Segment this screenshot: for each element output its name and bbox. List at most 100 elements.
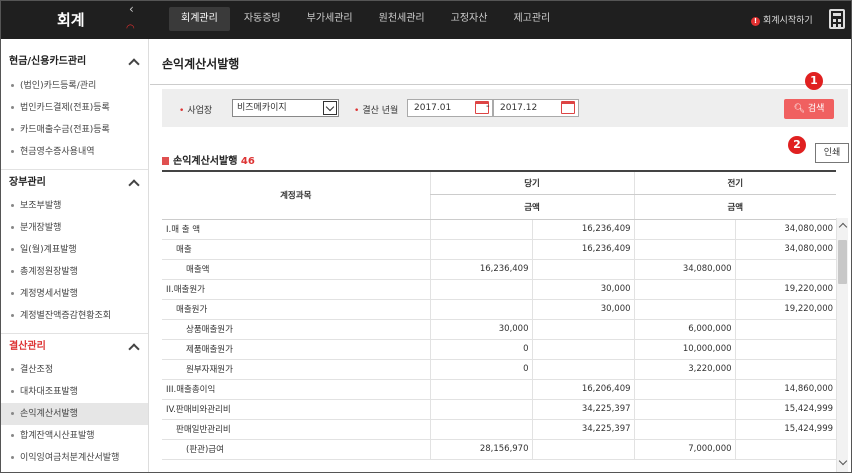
table-row[interactable]: 원부자재원가 0 3,220,000 <box>162 359 837 380</box>
account-cell: 매출원가 <box>162 299 430 320</box>
chevron-down-icon[interactable] <box>323 101 337 115</box>
current-total-cell: 34,225,397 <box>531 419 635 440</box>
account-cell: III.매출총이익 <box>162 379 430 400</box>
current-total-cell: 16,236,409 <box>531 219 635 240</box>
sidebar-item[interactable]: 카드매출수금(전표)등록 <box>1 119 148 141</box>
table-body: I.매 출 액 16,236,409 34,080,000 매출 16,236,409 3… <box>162 219 837 460</box>
section-marker-icon <box>162 157 169 165</box>
table-row[interactable]: 판매일반관리비 34,225,397 15,424,999 <box>162 419 837 440</box>
prior-detail-cell: 6,000,000 <box>633 319 736 340</box>
tab-0[interactable]: 회계관리 <box>169 7 230 31</box>
current-detail-cell <box>429 379 532 400</box>
table-row[interactable]: II.매출원가 30,000 19,220,000 <box>162 279 837 300</box>
result-count: 46 <box>240 156 255 167</box>
sidebar-item[interactable]: 대차대조표발행 <box>1 381 148 403</box>
sidebar-item[interactable]: 법인카드결제(전표)등록 <box>1 97 148 119</box>
sidebar-section-title: 결산관리 <box>9 341 46 352</box>
step-badge-2: 2 <box>788 136 806 154</box>
calculator-icon[interactable] <box>829 9 845 29</box>
sidebar-item[interactable]: 총계정원장발행 <box>1 261 148 283</box>
current-total-cell: 16,206,409 <box>531 379 635 400</box>
sidebar-item[interactable]: 보조부발행 <box>1 195 148 217</box>
period-to-value: 2017.12 <box>500 103 538 113</box>
business-select[interactable]: 비즈메카이지 <box>232 99 339 117</box>
table-row[interactable]: 상품매출원가 30,000 6,000,000 <box>162 319 837 340</box>
tab-4[interactable]: 고정자산 <box>439 7 500 31</box>
table-row[interactable]: (판관)급여 28,156,970 7,000,000 <box>162 439 837 460</box>
prior-detail-cell <box>633 279 736 300</box>
column-header-prior-amount: 금액 <box>633 194 837 220</box>
account-cell: 상품매출원가 <box>162 319 430 340</box>
current-detail-cell: 16,236,409 <box>429 259 532 280</box>
sidebar-item[interactable]: 일(월)계표발행 <box>1 239 148 261</box>
tab-1[interactable]: 자동증빙 <box>232 7 293 31</box>
sidebar-item[interactable]: 분개장발행 <box>1 217 148 239</box>
prior-total-cell: 19,220,000 <box>734 279 837 300</box>
app-logo: 회계 <box>57 11 85 29</box>
sidebar-section-0[interactable]: 현금/신용카드관리 <box>1 49 148 75</box>
current-total-cell <box>531 319 635 340</box>
sidebar-item[interactable]: 결산조정 <box>1 359 148 381</box>
period-from-input[interactable]: 2017.01 <box>407 99 493 117</box>
table-row[interactable]: IV.판매비와관리비 34,225,397 15,424,999 <box>162 399 837 420</box>
current-detail-cell: 28,156,970 <box>429 439 532 460</box>
period-to-input[interactable]: 2017.12 <box>493 99 579 117</box>
title-divider <box>150 84 851 85</box>
main-content: 손익계산서발행 • 사업장 비즈메카이지 • 결산 년월 2017.01 - 201… <box>150 39 851 472</box>
sidebar-item[interactable]: (법인)카드등록/관리 <box>1 75 148 97</box>
account-cell: 원부자재원가 <box>162 359 430 380</box>
chevron-up-icon[interactable] <box>128 343 140 355</box>
chevron-up-icon[interactable] <box>128 58 140 70</box>
table-row[interactable]: 매출원가 30,000 19,220,000 <box>162 299 837 320</box>
scroll-down-icon[interactable] <box>838 456 848 466</box>
current-detail-cell: 0 <box>429 339 532 360</box>
search-button[interactable]: 🔍︎ 검색 <box>784 99 834 119</box>
sidebar-item[interactable]: 이익잉여금처분계산서발행 <box>1 447 148 469</box>
chevron-up-icon[interactable] <box>128 179 140 191</box>
sidebar-item[interactable]: 계정별잔액증감현황조회 <box>1 305 148 327</box>
current-detail-cell <box>429 399 532 420</box>
current-total-cell: 34,225,397 <box>531 399 635 420</box>
period-label: • 결산 년월 <box>354 106 399 116</box>
step-badge-1: 1 <box>805 72 823 90</box>
account-cell: II.매출원가 <box>162 279 430 300</box>
account-cell: 판매일반관리비 <box>162 419 430 440</box>
current-total-cell <box>531 439 635 460</box>
prior-detail-cell <box>633 219 736 240</box>
current-detail-cell <box>429 219 532 240</box>
current-total-cell <box>531 339 635 360</box>
business-select-value: 비즈메카이지 <box>237 103 287 113</box>
scroll-up-icon[interactable] <box>838 222 848 232</box>
sidebar-section-title: 장부관리 <box>9 177 46 188</box>
account-cell: I.매 출 액 <box>162 219 430 240</box>
sidebar-item[interactable]: 손익계산서발행 <box>1 403 148 425</box>
start-guide-link[interactable]: ! 회계시작하기 <box>751 13 813 26</box>
prior-detail-cell: 34,080,000 <box>633 259 736 280</box>
print-button[interactable]: 인쇄 <box>815 143 849 163</box>
sidebar-section-2[interactable]: 결산관리 <box>1 333 148 359</box>
current-detail-cell: 30,000 <box>429 319 532 340</box>
table-row[interactable]: III.매출총이익 16,206,409 14,860,000 <box>162 379 837 400</box>
table-scrollbar[interactable] <box>836 218 848 472</box>
sidebar-item[interactable]: 합계잔액시산표발행 <box>1 425 148 447</box>
tab-3[interactable]: 원천세관리 <box>367 7 437 31</box>
headset-icon[interactable]: ◠ <box>126 23 135 34</box>
sidebar-section-1[interactable]: 장부관리 <box>1 169 148 195</box>
sidebar-item[interactable]: 계정명세서발행 <box>1 283 148 305</box>
table-row[interactable]: 매출액 16,236,409 34,080,000 <box>162 259 837 280</box>
current-total-cell: 30,000 <box>531 279 635 300</box>
scroll-thumb[interactable] <box>838 240 847 284</box>
sidebar-item[interactable]: 현금영수증사용내역 <box>1 141 148 163</box>
prior-detail-cell: 3,220,000 <box>633 359 736 380</box>
table-row[interactable]: 제품매출원가 0 10,000,000 <box>162 339 837 360</box>
table-row[interactable]: I.매 출 액 16,236,409 34,080,000 <box>162 219 837 240</box>
tab-5[interactable]: 제고관리 <box>501 7 562 31</box>
tab-2[interactable]: 부가세관리 <box>295 7 365 31</box>
search-icon: 🔍︎ <box>793 104 805 114</box>
income-statement-table: 계정과목 당기 전기 금액 금액 I.매 출 액 16,236,409 34,080… <box>162 170 848 472</box>
prior-detail-cell <box>633 399 736 420</box>
section-title-text: 손익계산서발행 <box>173 156 238 167</box>
collapse-menu-icon[interactable]: ‹ <box>129 2 134 16</box>
table-row[interactable]: 매출 16,236,409 34,080,000 <box>162 239 837 260</box>
calendar-icon[interactable] <box>561 101 575 114</box>
